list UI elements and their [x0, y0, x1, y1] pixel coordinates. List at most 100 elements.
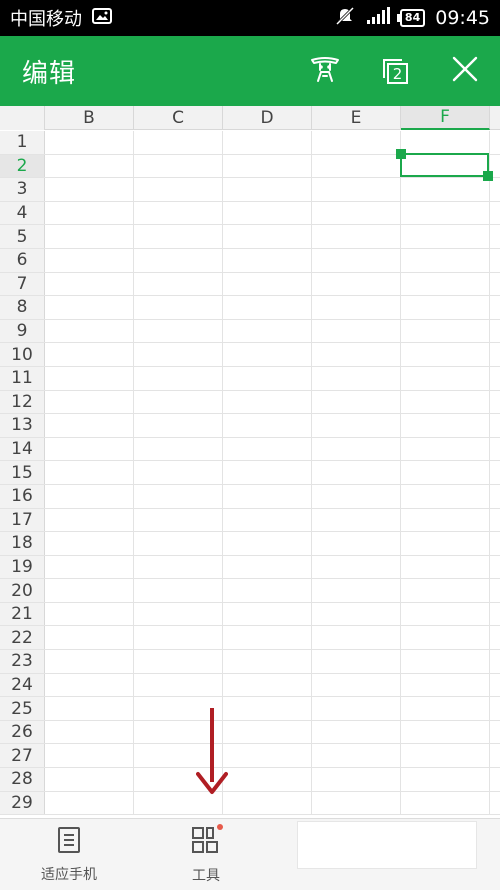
cell-b6[interactable] [45, 248, 134, 272]
cell-c20[interactable] [134, 579, 223, 602]
cell-c7[interactable] [134, 272, 223, 296]
cell-e21[interactable] [312, 602, 401, 626]
cell-b23[interactable] [45, 650, 134, 673]
row-header-11[interactable]: 11 [0, 366, 45, 390]
row-header-24[interactable]: 24 [0, 673, 45, 697]
cell-e7[interactable] [312, 272, 401, 296]
row-header-12[interactable]: 12 [0, 390, 45, 414]
cell-f28[interactable] [401, 768, 490, 791]
cell-c2[interactable] [134, 154, 223, 178]
cell-b18[interactable] [45, 532, 134, 555]
cell-b11[interactable] [45, 366, 134, 390]
cell-c12[interactable] [134, 390, 223, 414]
cell-b16[interactable] [45, 484, 134, 508]
cell-e22[interactable] [312, 626, 401, 650]
cell-f23[interactable] [401, 650, 490, 673]
column-header-b[interactable]: B [45, 106, 134, 130]
cell-c13[interactable] [134, 414, 223, 437]
cell-c15[interactable] [134, 461, 223, 484]
cell-d15[interactable] [223, 461, 312, 484]
cell-e14[interactable] [312, 437, 401, 461]
cell-e4[interactable] [312, 201, 401, 225]
cell-f13[interactable] [401, 414, 490, 437]
cell-b9[interactable] [45, 319, 134, 343]
cell-d18[interactable] [223, 532, 312, 555]
row-header-29[interactable]: 29 [0, 791, 45, 815]
cell-e6[interactable] [312, 248, 401, 272]
cell-b10[interactable] [45, 343, 134, 366]
cell-c10[interactable] [134, 343, 223, 366]
cell-e16[interactable] [312, 484, 401, 508]
cell-e3[interactable] [312, 178, 401, 201]
cell-b19[interactable] [45, 555, 134, 579]
cell-b4[interactable] [45, 201, 134, 225]
cell-d20[interactable] [223, 579, 312, 602]
cell-b17[interactable] [45, 508, 134, 532]
cell-d4[interactable] [223, 201, 312, 225]
row-header-25[interactable]: 25 [0, 697, 45, 720]
clean-button[interactable] [290, 36, 360, 106]
cell-d7[interactable] [223, 272, 312, 296]
cell-b28[interactable] [45, 768, 134, 791]
cell-d22[interactable] [223, 626, 312, 650]
row-header-13[interactable]: 13 [0, 414, 45, 437]
cell-d5[interactable] [223, 225, 312, 248]
cell-e5[interactable] [312, 225, 401, 248]
cell-b21[interactable] [45, 602, 134, 626]
cell-input-field[interactable] [297, 821, 477, 869]
cell-f20[interactable] [401, 579, 490, 602]
cell-d26[interactable] [223, 720, 312, 744]
cell-e28[interactable] [312, 768, 401, 791]
cell-f4[interactable] [401, 201, 490, 225]
cell-b26[interactable] [45, 720, 134, 744]
column-header-d[interactable]: D [223, 106, 312, 130]
row-header-21[interactable]: 21 [0, 602, 45, 626]
cell-d12[interactable] [223, 390, 312, 414]
cell-e18[interactable] [312, 532, 401, 555]
cell-e12[interactable] [312, 390, 401, 414]
spreadsheet-grid[interactable]: B C D E F 1 2 3 4 5 6 7 8 9 10 11 12 13 14 15 16 17 18 19 2… [0, 106, 500, 818]
cell-f10[interactable] [401, 343, 490, 366]
cell-e13[interactable] [312, 414, 401, 437]
column-header-f[interactable]: F [401, 106, 490, 130]
cell-d14[interactable] [223, 437, 312, 461]
cell-f15[interactable] [401, 461, 490, 484]
cell-e19[interactable] [312, 555, 401, 579]
row-header-2[interactable]: 2 [0, 154, 45, 178]
cell-b27[interactable] [45, 744, 134, 768]
row-header-14[interactable]: 14 [0, 437, 45, 461]
cell-b22[interactable] [45, 626, 134, 650]
cell-d13[interactable] [223, 414, 312, 437]
cell-e20[interactable] [312, 579, 401, 602]
cell-b2[interactable] [45, 154, 134, 178]
cell-e27[interactable] [312, 744, 401, 768]
cell-d2[interactable] [223, 154, 312, 178]
cell-f27[interactable] [401, 744, 490, 768]
cell-b14[interactable] [45, 437, 134, 461]
cell-c8[interactable] [134, 296, 223, 319]
cell-d1[interactable] [223, 131, 312, 154]
cell-b1[interactable] [45, 131, 134, 154]
row-header-27[interactable]: 27 [0, 744, 45, 768]
cell-f18[interactable] [401, 532, 490, 555]
cell-e25[interactable] [312, 697, 401, 720]
row-header-10[interactable]: 10 [0, 343, 45, 366]
cell-c24[interactable] [134, 673, 223, 697]
cell-f25[interactable] [401, 697, 490, 720]
cell-e29[interactable] [312, 791, 401, 815]
close-button[interactable] [430, 36, 500, 106]
row-header-8[interactable]: 8 [0, 296, 45, 319]
cell-e10[interactable] [312, 343, 401, 366]
select-all-corner[interactable] [0, 106, 45, 130]
row-header-9[interactable]: 9 [0, 319, 45, 343]
window-switch-button[interactable]: 2 [360, 36, 430, 106]
cell-e23[interactable] [312, 650, 401, 673]
cell-f16[interactable] [401, 484, 490, 508]
cell-d19[interactable] [223, 555, 312, 579]
cell-b5[interactable] [45, 225, 134, 248]
cell-f17[interactable] [401, 508, 490, 532]
cell-b13[interactable] [45, 414, 134, 437]
cell-f8[interactable] [401, 296, 490, 319]
cell-e17[interactable] [312, 508, 401, 532]
cell-f3[interactable] [401, 178, 490, 201]
